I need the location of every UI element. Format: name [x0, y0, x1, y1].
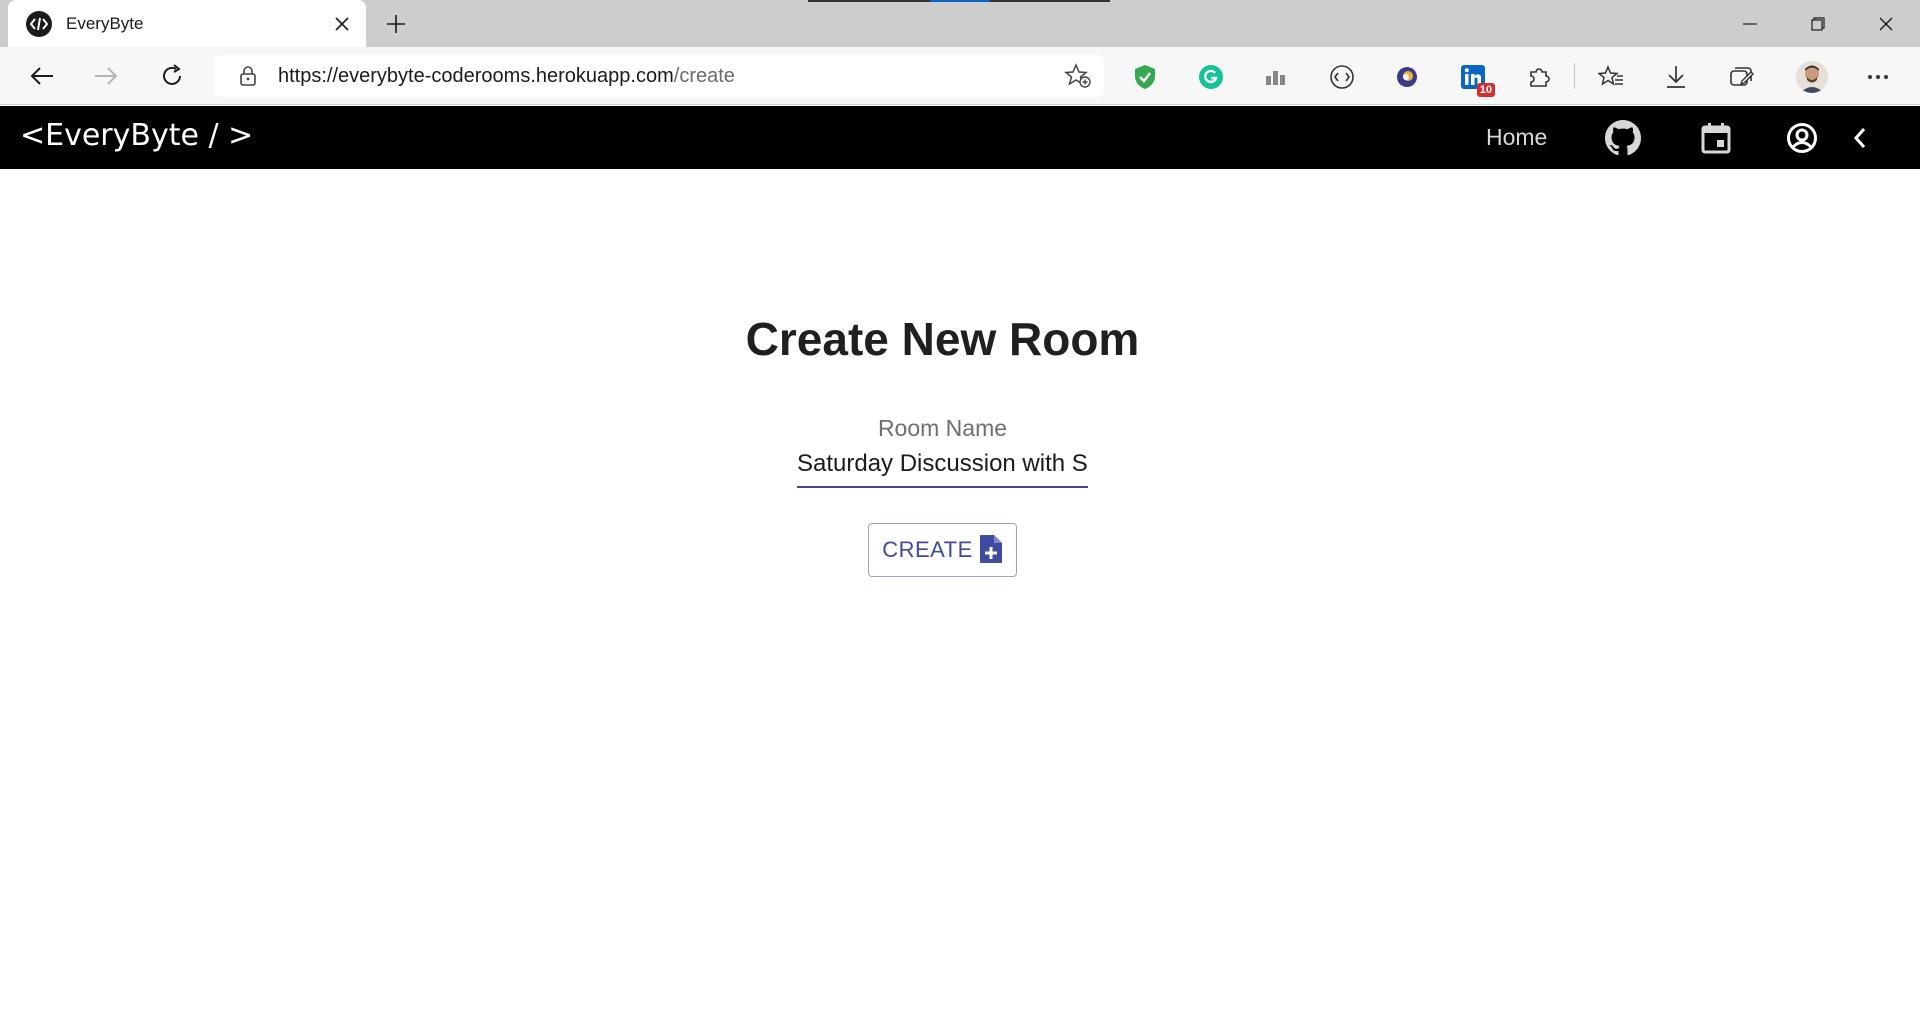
restore-icon[interactable] [1784, 0, 1852, 47]
browser-tab-strip: EveryByte [0, 0, 1920, 47]
minimize-icon[interactable] [1716, 0, 1784, 47]
profile-avatar[interactable] [1794, 59, 1830, 95]
room-name-label: Room Name [877, 415, 1008, 441]
tab-title: EveryByte [66, 13, 144, 33]
browser-toolbar: https://everybyte-coderooms.herokuapp.co… [0, 47, 1920, 105]
create-room-button[interactable]: CREATE [868, 523, 1017, 577]
calendar-icon[interactable] [1697, 119, 1735, 157]
browser-tab[interactable]: EveryByte [8, 0, 366, 47]
github-icon[interactable] [1604, 119, 1642, 157]
url-text[interactable]: https://everybyte-coderooms.herokuapp.co… [278, 65, 1060, 88]
favorites-icon[interactable] [1593, 59, 1629, 95]
address-bar[interactable]: https://everybyte-coderooms.herokuapp.co… [214, 55, 1104, 97]
close-window-icon[interactable] [1852, 0, 1920, 47]
create-button-label: CREATE [882, 537, 973, 562]
linkedin-notification-badge: 10 [1476, 83, 1495, 97]
add-favorite-icon[interactable] [1060, 58, 1096, 94]
reload-icon[interactable] [152, 56, 192, 96]
extensions-puzzle-icon[interactable] [1521, 59, 1557, 95]
everybyte-favicon-icon [26, 10, 52, 37]
back-arrow-icon[interactable] [22, 56, 62, 96]
color-extension-icon[interactable] [1389, 59, 1425, 95]
linkedin-icon[interactable]: 10 [1455, 59, 1495, 97]
code-extension-icon[interactable] [1324, 59, 1360, 95]
new-tab-icon[interactable] [378, 6, 414, 42]
nav-home-link[interactable]: Home [1486, 124, 1547, 151]
room-name-input[interactable] [797, 444, 1088, 484]
page-title: Create New Room [745, 313, 1140, 365]
account-circle-icon[interactable] [1783, 119, 1821, 157]
brand-logo[interactable]: <EveryByte / > [20, 118, 253, 153]
close-tab-icon[interactable] [326, 8, 358, 40]
collections-icon[interactable] [1724, 59, 1760, 95]
grammarly-icon[interactable] [1193, 59, 1229, 95]
room-name-field [797, 444, 1088, 488]
forward-arrow-icon[interactable] [86, 56, 126, 96]
downloads-icon[interactable] [1658, 59, 1694, 95]
shield-extension-icon[interactable] [1127, 59, 1163, 95]
app-navbar: <EveryByte / > Home [0, 106, 1920, 169]
stats-extension-icon[interactable] [1259, 59, 1295, 95]
chevron-left-icon[interactable] [1841, 119, 1879, 157]
toolbar-separator [1574, 63, 1575, 89]
more-options-icon[interactable] [1860, 59, 1896, 95]
lock-icon[interactable] [236, 64, 260, 88]
tab-indicator-active [930, 0, 990, 2]
note-add-icon [979, 534, 1003, 567]
